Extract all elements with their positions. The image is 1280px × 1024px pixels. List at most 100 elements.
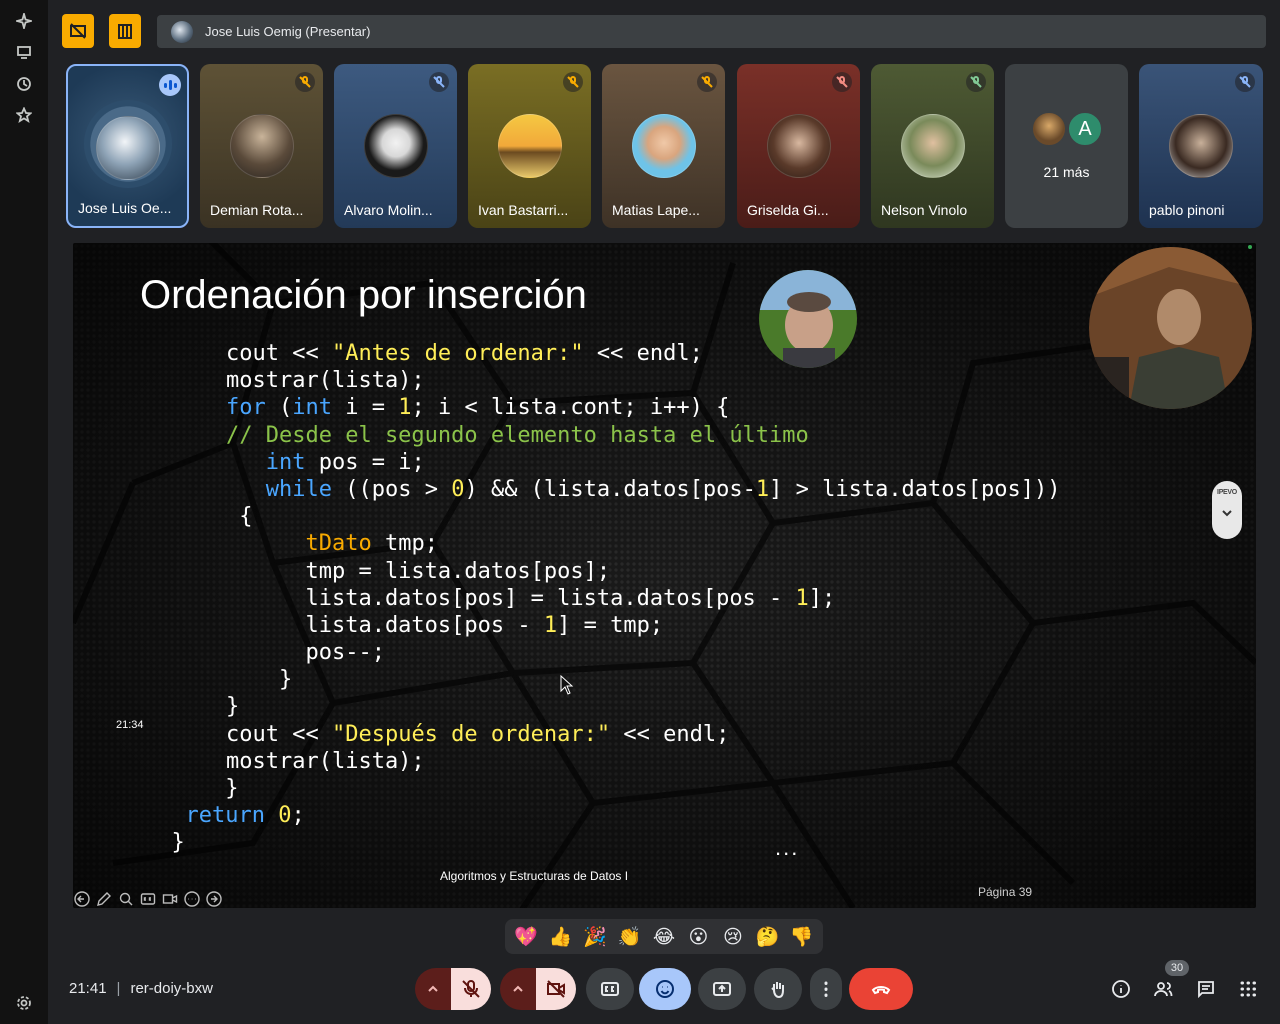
participant-tile-4[interactable]: Ivan Bastarri... bbox=[468, 64, 591, 228]
participant-name: Alvaro Molin... bbox=[344, 202, 433, 218]
participant-name: Nelson Vinolo bbox=[881, 202, 968, 218]
left-rail bbox=[0, 0, 48, 1024]
mic-off-icon bbox=[295, 72, 315, 92]
reactions-button[interactable] bbox=[639, 968, 691, 1010]
chevron-up-icon bbox=[428, 985, 438, 992]
leave-call-button[interactable] bbox=[849, 968, 913, 1010]
slide-page-number: Página 39 bbox=[978, 885, 1033, 899]
prev-slide-icon[interactable] bbox=[73, 890, 90, 907]
captions-button[interactable] bbox=[586, 968, 634, 1010]
participant-tile-7[interactable]: Nelson Vinolo bbox=[871, 64, 994, 228]
avatar bbox=[631, 114, 696, 178]
avatar bbox=[1169, 114, 1233, 178]
reaction-button[interactable]: 😮 bbox=[683, 922, 713, 952]
mic-off-icon bbox=[1235, 72, 1255, 92]
participant-name: Griselda Gi... bbox=[747, 202, 829, 218]
participant-tile-5[interactable]: Matias Lape... bbox=[602, 64, 725, 228]
presenter-webcam-bubble bbox=[1089, 247, 1252, 409]
status-dot bbox=[1248, 245, 1252, 249]
more-vert-icon bbox=[824, 981, 828, 997]
mic-off-icon bbox=[966, 72, 986, 92]
reaction-button[interactable]: 😂 bbox=[649, 922, 679, 952]
hide-tiles-button[interactable] bbox=[62, 14, 94, 48]
presentation-stage[interactable]: Ordenación por inserción cout << "Antes … bbox=[73, 243, 1256, 908]
code-line: pos--; bbox=[226, 640, 385, 666]
avatar bbox=[497, 114, 562, 178]
reaction-button[interactable]: 👍 bbox=[546, 922, 576, 952]
layout-button[interactable] bbox=[109, 14, 141, 48]
layout-icon bbox=[118, 24, 132, 39]
pen-icon[interactable] bbox=[95, 890, 112, 907]
reaction-button[interactable]: 🎉 bbox=[580, 922, 610, 952]
meeting-details-button[interactable] bbox=[1110, 978, 1132, 1000]
microphone-toggle-button[interactable] bbox=[451, 968, 491, 1010]
audio-options-button[interactable] bbox=[415, 968, 451, 1010]
sparkle-icon[interactable] bbox=[14, 11, 34, 31]
hide-tiles-icon bbox=[70, 23, 86, 39]
reaction-button[interactable]: 👎 bbox=[787, 922, 817, 952]
people-icon bbox=[1154, 982, 1173, 997]
video-icon[interactable] bbox=[161, 890, 178, 907]
presenter-bar[interactable]: Jose Luis Oemig (Presentar) bbox=[157, 15, 1266, 48]
participant-tile-8[interactable]: pablo pinoni bbox=[1139, 64, 1263, 228]
code-line: } bbox=[145, 830, 185, 856]
slide-title: Ordenación por inserción bbox=[140, 273, 587, 317]
mic-off-icon bbox=[563, 72, 583, 92]
people-button[interactable] bbox=[1152, 978, 1174, 1000]
hang-up-icon bbox=[871, 986, 891, 995]
meeting-code: rer-doiy-bxw bbox=[130, 980, 213, 997]
speaking-indicator-icon bbox=[159, 74, 181, 96]
avatar: A bbox=[1067, 111, 1103, 147]
slide-ellipsis: ... bbox=[775, 835, 800, 860]
participant-tile-3[interactable]: Alvaro Molin... bbox=[334, 64, 457, 228]
star-icon[interactable] bbox=[14, 105, 34, 125]
reactions-bar: 💖 👍 🎉 👏 😂 😮 😢 🤔 👎 bbox=[505, 919, 823, 954]
reaction-button[interactable]: 👏 bbox=[615, 922, 645, 952]
present-icon bbox=[713, 982, 731, 996]
more-options-button[interactable] bbox=[810, 968, 842, 1010]
camera-toggle-button[interactable] bbox=[536, 968, 576, 1010]
chat-icon bbox=[1198, 981, 1214, 999]
mic-off-icon bbox=[462, 980, 480, 998]
activities-icon[interactable] bbox=[14, 42, 34, 62]
video-options-button[interactable] bbox=[500, 968, 536, 1010]
avatar bbox=[229, 114, 294, 178]
hand-icon bbox=[771, 982, 784, 999]
history-icon[interactable] bbox=[14, 74, 34, 94]
participant-tile-6[interactable]: Griselda Gi... bbox=[737, 64, 860, 228]
zoom-icon[interactable] bbox=[117, 890, 134, 907]
captions-icon bbox=[601, 982, 619, 996]
raise-hand-button[interactable] bbox=[754, 968, 802, 1010]
reaction-button[interactable]: 💖 bbox=[511, 922, 541, 952]
reaction-button[interactable]: 😢 bbox=[718, 922, 748, 952]
code-line: cout << "Después de ordenar:" << endl; bbox=[226, 721, 730, 747]
code-line: while ((pos > 0) && (lista.datos[pos-1] … bbox=[265, 476, 1061, 502]
activities-button[interactable] bbox=[1237, 978, 1259, 1000]
code-block: cout << "Antes de ordenar:" << endl; most… bbox=[171, 340, 1061, 857]
code-line: tmp = lista.datos[pos]; bbox=[226, 558, 611, 584]
code-line: // Desde el segundo elemento hasta el úl… bbox=[226, 422, 809, 448]
participant-name: Matias Lape... bbox=[612, 202, 700, 218]
participant-tile-2[interactable]: Demian Rota... bbox=[200, 64, 323, 228]
ipevo-widget[interactable]: IPEVO bbox=[1212, 481, 1242, 539]
settings-gear-icon[interactable] bbox=[14, 993, 34, 1013]
mic-off-icon bbox=[697, 72, 717, 92]
more-options-icon[interactable] bbox=[183, 890, 200, 907]
next-slide-icon[interactable] bbox=[205, 890, 222, 907]
participant-name: pablo pinoni bbox=[1149, 202, 1225, 218]
reaction-button[interactable]: 🤔 bbox=[752, 922, 782, 952]
separator: | bbox=[116, 980, 121, 997]
code-line: return 0; bbox=[185, 803, 305, 829]
clock: 21:41 bbox=[69, 980, 107, 997]
more-participants-label: 21 más bbox=[1043, 164, 1090, 180]
chat-button[interactable] bbox=[1195, 978, 1217, 1000]
present-screen-button[interactable] bbox=[698, 968, 746, 1010]
camera-off-icon bbox=[547, 980, 565, 998]
more-participants-tile[interactable]: A 21 más bbox=[1005, 64, 1128, 228]
participant-name: Jose Luis Oe... bbox=[78, 200, 172, 216]
mic-off-icon bbox=[429, 72, 449, 92]
chevron-down-icon[interactable] bbox=[1220, 506, 1234, 520]
participant-tile-1[interactable]: Jose Luis Oe... bbox=[66, 64, 189, 228]
presenter-avatar bbox=[171, 20, 193, 43]
captions-icon[interactable] bbox=[139, 890, 156, 907]
